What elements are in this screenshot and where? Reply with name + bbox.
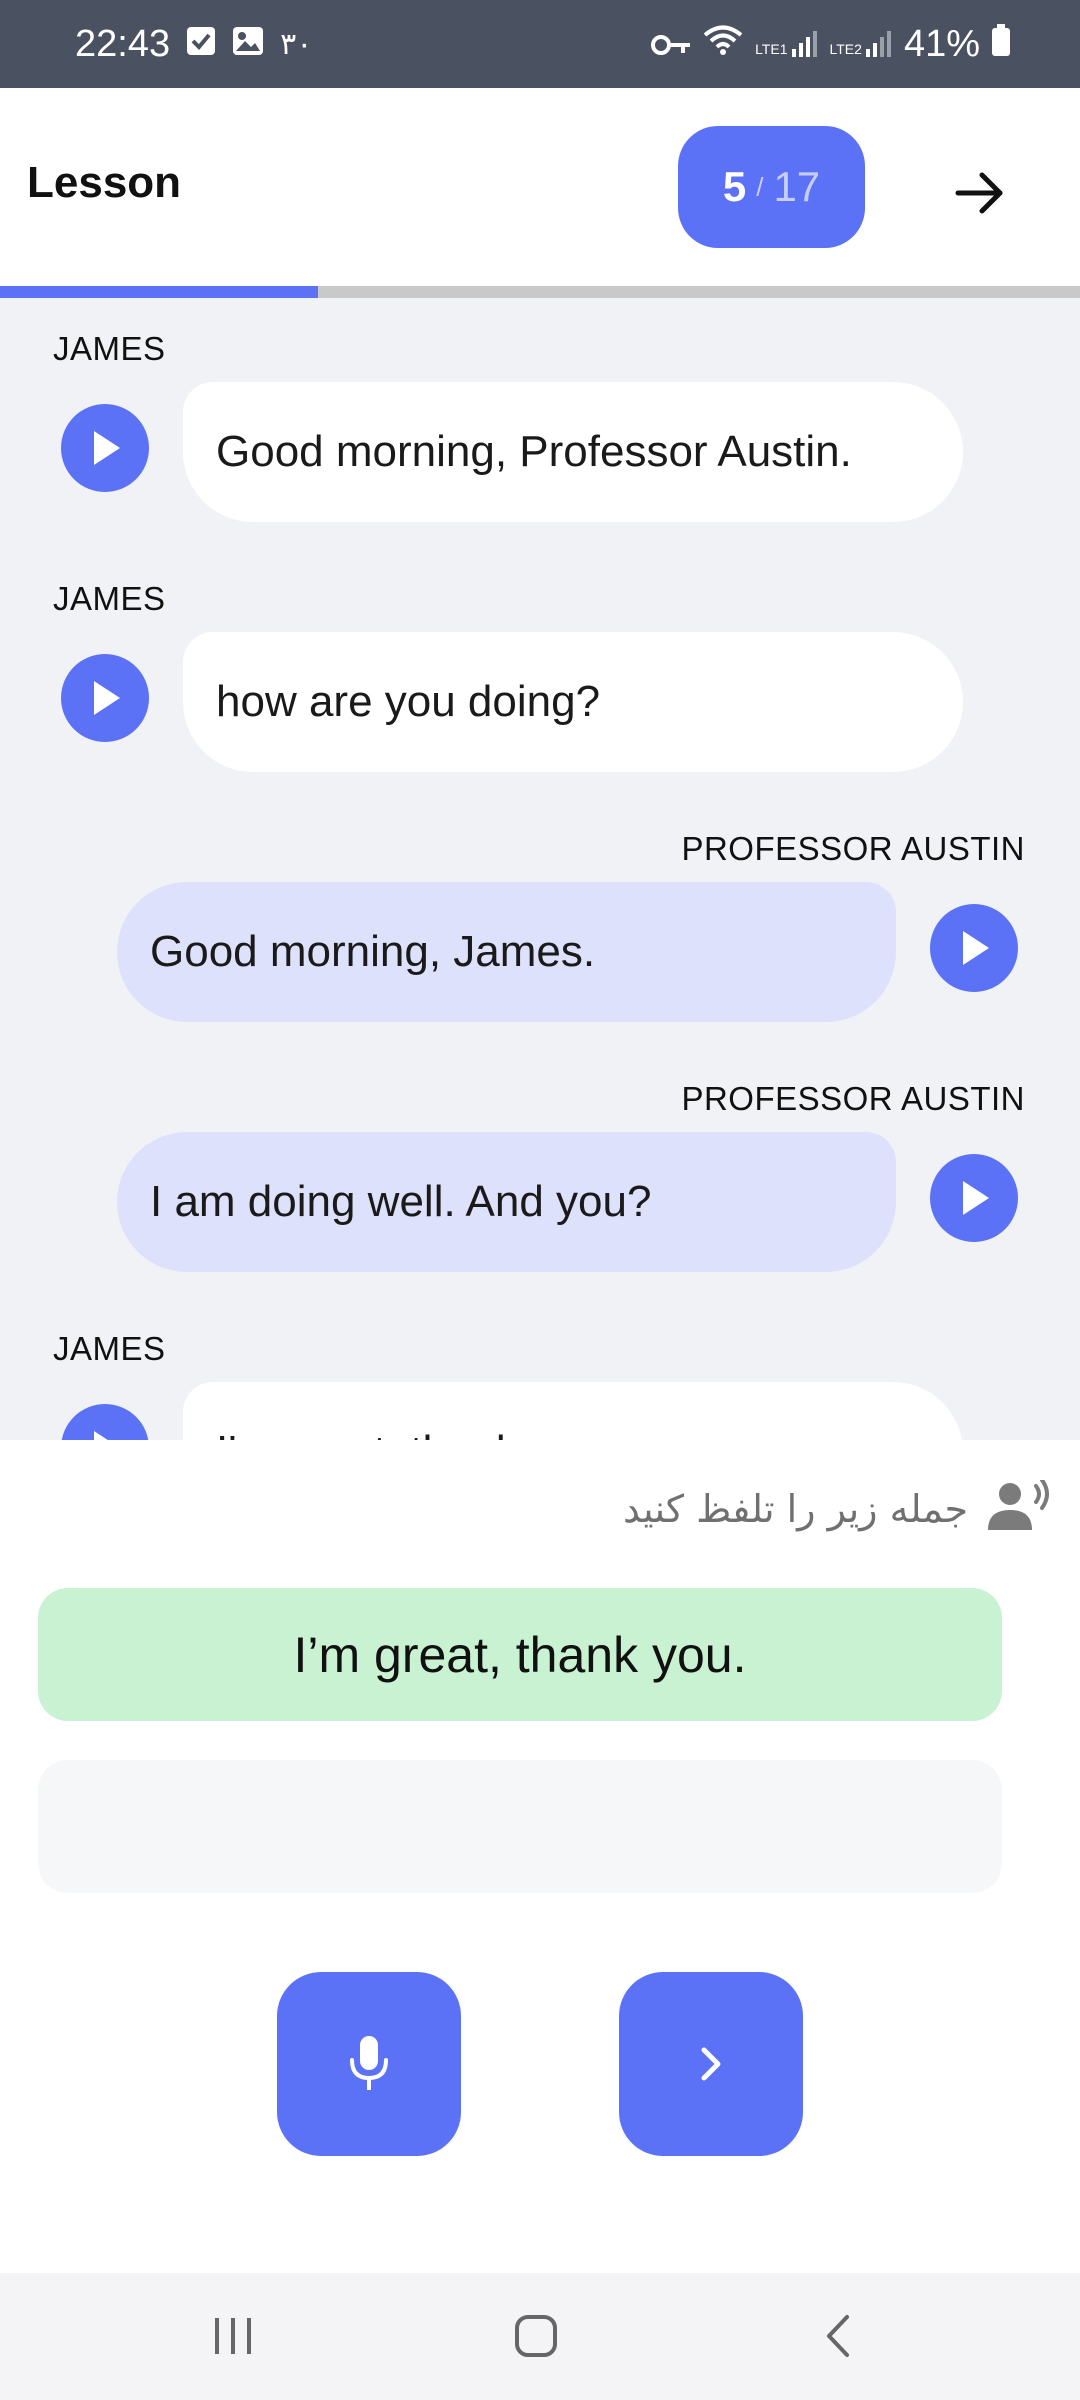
progress-separator: / (756, 171, 764, 202)
speaker-name: PROFESSOR AUSTIN (681, 1080, 1025, 1117)
signal-sim1-icon: LTE1 (755, 31, 817, 57)
progress-total: 17 (773, 163, 821, 210)
speaker-name: JAMES (53, 330, 166, 367)
chevron-right-icon (701, 2047, 721, 2081)
lesson-progress-counter: 5 / 17 (678, 126, 865, 248)
wifi-icon (703, 23, 743, 66)
sim2-label: LTE2 (829, 41, 862, 57)
next-lesson-button[interactable] (940, 158, 1020, 228)
message-bubble: how are you doing? (183, 632, 963, 772)
play-audio-button[interactable] (61, 654, 149, 742)
dialogue-list[interactable]: JAMES Good morning, Professor Austin. JA… (0, 298, 1080, 1440)
target-sentence: I’m great, thank you. (38, 1588, 1002, 1721)
sim1-label: LTE1 (755, 41, 788, 57)
lesson-progress-fill (0, 286, 318, 298)
recent-apps-icon (215, 2318, 251, 2354)
progress-current: 5 (722, 163, 747, 210)
speaker-name: JAMES (53, 580, 166, 617)
recent-apps-button[interactable] (203, 2311, 263, 2361)
gallery-notification-icon (232, 23, 264, 66)
play-icon (963, 1181, 989, 1215)
back-icon (827, 2315, 849, 2357)
message-bubble: I am doing well. And you? (117, 1132, 896, 1272)
microphone-icon (350, 2036, 388, 2090)
home-icon (515, 2315, 557, 2357)
arrow-right-icon (955, 172, 1003, 214)
play-audio-button[interactable] (61, 1404, 149, 1440)
home-button[interactable] (506, 2311, 566, 2361)
speaking-person-icon (988, 1478, 1050, 1537)
status-bar: 22:43 ۳۰ LTE1 LTE2 41% (0, 0, 1080, 88)
play-audio-button[interactable] (930, 904, 1018, 992)
message-bubble: Good morning, Professor Austin. (183, 382, 963, 522)
record-microphone-button[interactable] (277, 1972, 461, 2156)
speaker-name: PROFESSOR AUSTIN (681, 830, 1025, 867)
battery-icon (992, 23, 1010, 66)
instruction-text: جمله زیر را تلفظ کنید (623, 1486, 968, 1531)
battery-percent: 41% (903, 22, 980, 65)
play-icon (94, 431, 120, 465)
next-sentence-button[interactable] (619, 1972, 803, 2156)
checkbox-notification-icon (186, 23, 216, 66)
vpn-key-icon (651, 23, 691, 66)
message-bubble: I'm great, thank you. (183, 1382, 963, 1440)
instruction-row: جمله زیر را تلفظ کنید (623, 1478, 1050, 1537)
speaker-name: JAMES (53, 1330, 166, 1367)
lesson-progress-bar (0, 286, 1080, 298)
play-icon (94, 681, 120, 715)
status-date-digits: ۳۰ (280, 26, 313, 62)
pronunciation-panel: جمله زیر را تلفظ کنید I’m great, thank y… (0, 1440, 1080, 2273)
play-audio-button[interactable] (61, 404, 149, 492)
system-navigation-bar (0, 2273, 1080, 2400)
play-icon (963, 931, 989, 965)
message-bubble: Good morning, James. (117, 882, 896, 1022)
page-title: Lesson (27, 158, 182, 207)
signal-sim2-icon: LTE2 (830, 31, 892, 57)
recognized-speech-box (38, 1760, 1002, 1893)
back-button[interactable] (808, 2311, 868, 2361)
status-time: 22:43 (75, 22, 171, 65)
play-audio-button[interactable] (930, 1154, 1018, 1242)
play-icon (94, 1431, 108, 1440)
app-header: Lesson 5 / 17 (0, 88, 1080, 288)
